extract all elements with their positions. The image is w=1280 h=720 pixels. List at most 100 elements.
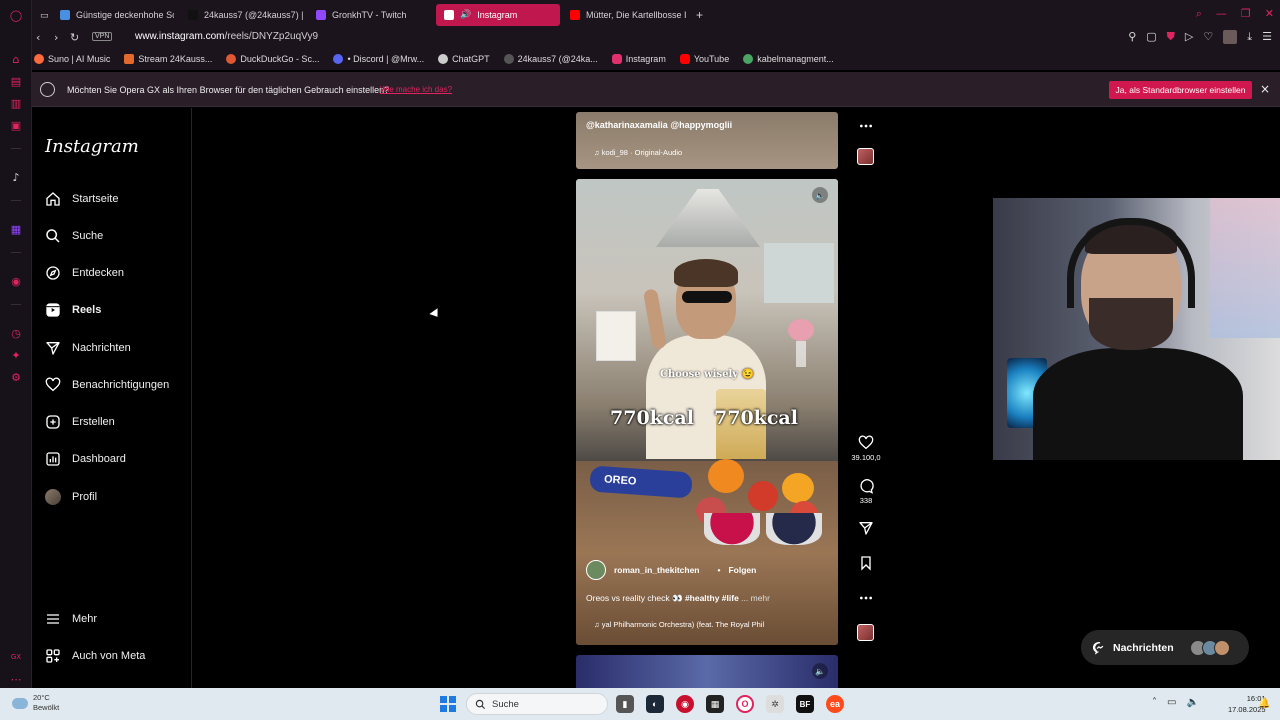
sidebar-item-entdecken[interactable]: Entdecken [45,261,124,285]
notification-bell-icon[interactable]: 🔔 [1258,698,1270,709]
url-field[interactable]: www.instagram.com/reels/DNYZp2uqVy9 [135,31,318,42]
sidebar-item-suche[interactable]: Suche [45,224,103,248]
volume-icon[interactable]: 🔈 [812,663,828,679]
bookmark-icon [438,54,449,64]
share-button[interactable] [848,520,884,536]
file-explorer-icon[interactable]: ▮ [616,695,634,713]
heart-icon[interactable]: ♡ [1203,30,1213,44]
app-icon-gear[interactable]: ✲ [766,695,784,713]
follow-button[interactable]: Folgen [728,565,756,575]
extensions-icon[interactable]: ✦ [9,348,23,362]
sidebar-item-reels[interactable]: Reels [45,298,101,322]
caption-more-link[interactable]: ... mehr [741,593,770,603]
tiktok-sidebar-icon[interactable]: ♪ [9,170,23,184]
tab-5[interactable]: Mütter, Die Kartellbosse I [562,4,686,26]
infobar-close-icon[interactable]: × [1260,82,1270,96]
history-icon[interactable]: ◷ [9,326,23,340]
play-icon[interactable]: ▷ [1185,30,1193,44]
gx-control-icon[interactable]: ▤ [9,74,23,88]
like-button[interactable]: 39.100,0 [848,435,884,462]
previous-reel-audio[interactable]: ♫ kodi_98 · Original-Audio [594,148,682,157]
sidebar-item-erstellen[interactable]: Erstellen [45,410,115,434]
bookmark-kabel[interactable]: kabelmanagment... [743,54,834,64]
opera-gx-icon[interactable]: O [736,695,754,713]
opera-logo-icon[interactable]: ◯ [9,8,23,22]
sidebar-item-profil[interactable]: Profil [45,485,97,509]
back-icon[interactable]: ‹ [36,31,40,44]
search-tabs-icon[interactable]: ⌕ [1196,7,1202,21]
instagram-logo[interactable]: Instagram [45,136,139,157]
gx-home-icon[interactable]: ⌂ [9,52,23,66]
author-avatar[interactable] [586,560,606,580]
settings-icon[interactable]: ⚙ [9,370,23,384]
tab-instagram-active[interactable]: 🔊 Instagram [436,4,560,26]
sidebar-item-meta[interactable]: Auch von Meta [45,644,145,668]
minimize-icon[interactable]: — [1216,7,1227,21]
opera-gx-sidebar: ◯ ⌂ ▤ ▥ ▣ ♪ ▦ ◉ ◷ ✦ ⚙ GX ⋯ [0,0,32,688]
player-sidebar-icon[interactable]: ◉ [9,274,23,288]
easy-setup-icon[interactable]: ☰ [1262,30,1272,44]
windows-start-icon[interactable] [440,696,456,712]
app-icon-dark[interactable]: ▦ [706,695,724,713]
gx-corner-icon[interactable]: ▣ [9,118,23,132]
reload-icon[interactable]: ↻ [70,31,79,44]
forward-icon[interactable]: › [54,31,58,44]
bookmark-chatgpt[interactable]: ChatGPT [438,54,490,64]
author-username[interactable]: roman_in_thekitchen [614,565,700,575]
bookmark-suno[interactable]: Suno | AI Music [34,54,110,64]
more-dots-icon[interactable]: ⋯ [9,672,23,686]
volume-icon[interactable]: 🔈 [1186,697,1198,708]
gx-calendar-icon[interactable]: ▥ [9,96,23,110]
network-icon[interactable]: ▭ [1167,697,1176,708]
maximize-icon[interactable]: ❐ [1241,7,1251,21]
bookmark-instagram[interactable]: Instagram [611,54,666,64]
sidebar-item-dashboard[interactable]: Dashboard [45,447,126,471]
infobar-howto-link[interactable]: Wie mache ich das? [380,85,452,94]
pin-icon[interactable]: ⚲ [1128,30,1136,44]
bookmark-duckduckgo[interactable]: DuckDuckGo - Sc... [226,54,319,64]
shield-icon[interactable]: ⛊ [1167,30,1175,44]
previous-more-button[interactable] [848,118,884,134]
bookmark-discord[interactable]: • Discord | @Mrw... [333,54,424,64]
twitch-sidebar-icon[interactable]: ▦ [9,222,23,236]
ea-icon[interactable]: ea [826,695,844,713]
more-options-button[interactable] [848,590,884,606]
set-default-button[interactable]: Ja, als Standardbrowser einstellen [1109,81,1252,99]
tab-3[interactable]: GronkhTV - Twitch [308,4,432,26]
audio-thumbnail[interactable] [857,624,874,641]
comment-button[interactable]: 338 [848,478,884,505]
steam-icon[interactable]: ◐ [646,695,664,713]
reel-audio-label[interactable]: ♫ yal Philharmonic Orchestra) (feat. The… [594,620,764,629]
sidebar-item-startseite[interactable]: Startseite [45,187,118,211]
tab-1[interactable]: Günstige deckenhohe Sc [52,4,174,26]
bookmark-stream[interactable]: Stream 24Kauss... [124,54,212,64]
messages-pill[interactable]: Nachrichten [1081,630,1249,665]
bookmark-youtube[interactable]: YouTube [679,54,729,64]
save-button[interactable] [848,555,884,571]
caption-hashtags[interactable]: #healthy #life [685,593,739,603]
previous-reel[interactable]: @katharinaxamalia @happymoglii ♫ kodi_98… [576,112,838,169]
profile-avatar[interactable] [1223,30,1238,44]
bookmark-tiktok[interactable]: 24kauss7 (@24ka... [503,54,598,64]
previous-audio-thumbnail[interactable] [857,148,874,165]
app-icon-red[interactable]: ◉ [676,695,694,713]
bf-icon[interactable]: BF [796,695,814,713]
heart-icon [858,435,874,450]
vpn-badge[interactable]: VPN [92,32,113,41]
speaker-icon[interactable]: 🔊 [460,10,471,20]
tab-2[interactable]: 24kauss7 (@24kauss7) | [180,4,304,26]
snapshot-icon[interactable]: ▢ [1146,30,1156,44]
current-reel-video[interactable]: OREO Choose wisely 😉 770kcal 770kcal 🔈 r… [576,179,838,645]
sidebar-item-mehr[interactable]: Mehr [45,607,97,631]
chevron-up-icon[interactable]: ˄ [1152,697,1157,708]
download-icon[interactable]: ⤓ [1247,30,1252,44]
new-tab-button[interactable]: + [688,4,708,26]
volume-icon[interactable]: 🔈 [812,187,828,203]
sidebar-item-nachrichten[interactable]: Nachrichten [45,336,131,360]
taskbar-search[interactable]: Suche [466,693,608,715]
sidebar-item-benachrichtigungen[interactable]: Benachrichtigungen [45,373,169,397]
close-icon[interactable]: ✕ [1265,7,1274,21]
weather-widget[interactable]: 20°C Bewölkt [12,693,59,713]
next-reel[interactable]: 🔈 [576,655,838,688]
gx-badge-icon[interactable]: GX [9,650,23,664]
